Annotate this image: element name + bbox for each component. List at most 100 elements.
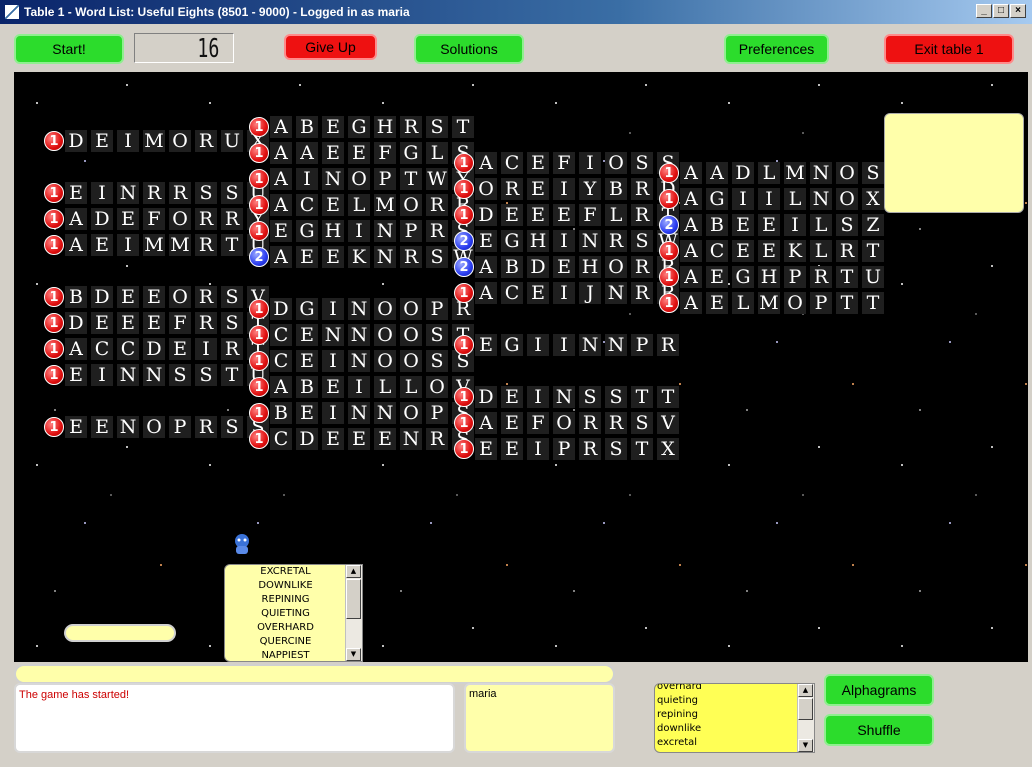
word-row[interactable]: 1AEIMMRTU <box>44 234 273 256</box>
word-row[interactable]: 1CENNOOST <box>249 324 478 346</box>
letter-tile: N <box>605 334 627 356</box>
guess-list-item[interactable]: overhard <box>657 684 798 694</box>
letter-tile: O <box>374 324 396 346</box>
letter-tile: N <box>810 188 832 210</box>
letter-tile: E <box>732 214 754 236</box>
word-row[interactable]: 1AEFORRSV <box>454 412 683 434</box>
word-row[interactable]: 1ACEFIOSS <box>454 152 683 174</box>
letter-tile: I <box>527 334 549 356</box>
my-guess-scrollbar[interactable]: ▲ ▼ <box>797 684 814 752</box>
word-row[interactable]: 2EGHINRSW <box>454 230 683 252</box>
word-row[interactable]: 1EGIINNPR <box>454 334 683 356</box>
guess-list-item[interactable]: OVERHARD <box>225 621 346 635</box>
scroll-up-icon[interactable]: ▲ <box>798 684 813 697</box>
letter-tile: A <box>270 168 292 190</box>
minimize-button[interactable]: _ <box>976 4 992 18</box>
scroll-down-icon[interactable]: ▼ <box>346 648 361 661</box>
scroll-up-icon[interactable]: ▲ <box>346 565 361 578</box>
give-up-button[interactable]: Give Up <box>284 34 377 60</box>
start-button[interactable]: Start! <box>14 34 124 64</box>
word-row[interactable]: 1EINNSSTU <box>44 364 273 386</box>
word-row[interactable]: 1ACEIJNRR <box>454 282 683 304</box>
letter-tile: E <box>758 214 780 236</box>
close-button[interactable]: × <box>1010 4 1026 18</box>
guess-list-item[interactable]: quieting <box>657 694 798 708</box>
word-row[interactable]: 1BDEEORSV <box>44 286 273 308</box>
player-guess-list[interactable]: EXCRETAL DOWNLIKE REPINING QUIETING OVERHARD… <box>224 564 363 662</box>
letter-tile: R <box>400 116 422 138</box>
guess-list-item[interactable]: DOWNLIKE <box>225 579 346 593</box>
letter-tile: T <box>221 234 243 256</box>
solutions-button[interactable]: Solutions <box>414 34 524 64</box>
word-row[interactable]: 1CEINOOSS <box>249 350 478 372</box>
letter-tile: T <box>862 292 884 314</box>
letter-tile: E <box>758 240 780 262</box>
letter-tile: S <box>579 386 601 408</box>
app-icon <box>4 4 20 20</box>
scroll-thumb[interactable] <box>798 698 813 720</box>
letter-tile: I <box>553 178 575 200</box>
letter-tile: R <box>221 338 243 360</box>
solution-count-badge: 1 <box>249 117 269 137</box>
word-row[interactable]: 1ABEGHRST <box>249 116 478 138</box>
letter-tile: L <box>732 292 754 314</box>
word-row[interactable]: 1CDEEENRS <box>249 428 478 450</box>
guess-list-item[interactable]: excretal <box>657 736 798 750</box>
word-row[interactable]: 1EENOPRSS <box>44 416 273 438</box>
scroll-down-icon[interactable]: ▼ <box>798 739 813 752</box>
alphagrams-button[interactable]: Alphagrams <box>824 674 934 706</box>
user-list-item[interactable]: maria <box>469 688 497 700</box>
preferences-button[interactable]: Preferences <box>724 34 829 64</box>
letter-tile: N <box>579 230 601 252</box>
word-row[interactable]: 1DGINOOPR <box>249 298 478 320</box>
scroll-thumb[interactable] <box>346 579 361 619</box>
word-row[interactable]: 1OREIYBRD <box>454 178 683 200</box>
letter-tile: O <box>553 412 575 434</box>
maximize-button[interactable]: □ <box>993 4 1009 18</box>
guess-list-item[interactable]: NAPPIEST <box>225 649 346 661</box>
word-row[interactable]: 2ABDEHORR <box>454 256 683 278</box>
word-row[interactable]: 1AADLMNOS <box>659 162 888 184</box>
letter-tile: G <box>348 116 370 138</box>
letter-tile: I <box>732 188 754 210</box>
word-row[interactable]: 1EGHINPRS <box>249 220 478 242</box>
word-row[interactable]: 1ADEFORRY <box>44 208 273 230</box>
letter-tile: K <box>784 240 806 262</box>
my-guess-list[interactable]: overhard quieting repining downlike excretal… <box>654 683 815 753</box>
letter-tile: O <box>400 402 422 424</box>
letter-tile: E <box>143 286 165 308</box>
word-row[interactable]: 2ABEEILSZ <box>659 214 888 236</box>
word-row[interactable]: 1EEIPRSTX <box>454 438 683 460</box>
word-row[interactable]: 2AEEKNRSW <box>249 246 478 268</box>
guess-input[interactable] <box>14 664 615 684</box>
chat-panel[interactable]: The game has started! <box>14 683 455 753</box>
exit-table-button[interactable]: Exit table 1 <box>884 34 1014 64</box>
word-row[interactable]: 1DEEEFRST <box>44 312 273 334</box>
letter-tile: P <box>784 266 806 288</box>
guess-list-item[interactable]: repining <box>657 708 798 722</box>
word-row[interactable]: 1AEGHPRTU <box>659 266 888 288</box>
player-guess-scrollbar[interactable]: ▲ ▼ <box>345 565 362 661</box>
solution-count-badge: 1 <box>249 195 269 215</box>
word-row[interactable]: 1DEIMORUX <box>44 130 273 152</box>
shuffle-button[interactable]: Shuffle <box>824 714 934 746</box>
word-row[interactable]: 1ACEEKLRT <box>659 240 888 262</box>
guess-list-item[interactable]: REPINING <box>225 593 346 607</box>
word-row[interactable]: 1ABEILLOV <box>249 376 478 398</box>
word-row[interactable]: 1ACELMORR <box>249 194 478 216</box>
guess-list-item[interactable]: QUERCINE <box>225 635 346 649</box>
letter-tile: S <box>631 152 653 174</box>
word-row[interactable]: 1AGIILNOX <box>659 188 888 210</box>
word-row[interactable]: 1DEINSSTT <box>454 386 683 408</box>
word-row[interactable]: 1BEINNOPS <box>249 402 478 424</box>
guess-list-item[interactable]: EXCRETAL <box>225 565 346 579</box>
word-row[interactable]: 1AELMOPTT <box>659 292 888 314</box>
word-row[interactable]: 1EINRRSSU <box>44 182 273 204</box>
guess-list-item[interactable]: QUIETING <box>225 607 346 621</box>
word-row[interactable]: 1AAEEFGLS <box>249 142 478 164</box>
word-row[interactable]: 1AINOPTWY <box>249 168 478 190</box>
letter-tile: N <box>143 364 165 386</box>
word-row[interactable]: 1DEEEFLRT <box>454 204 683 226</box>
word-row[interactable]: 1ACCDEIRT <box>44 338 273 360</box>
guess-list-item[interactable]: downlike <box>657 722 798 736</box>
